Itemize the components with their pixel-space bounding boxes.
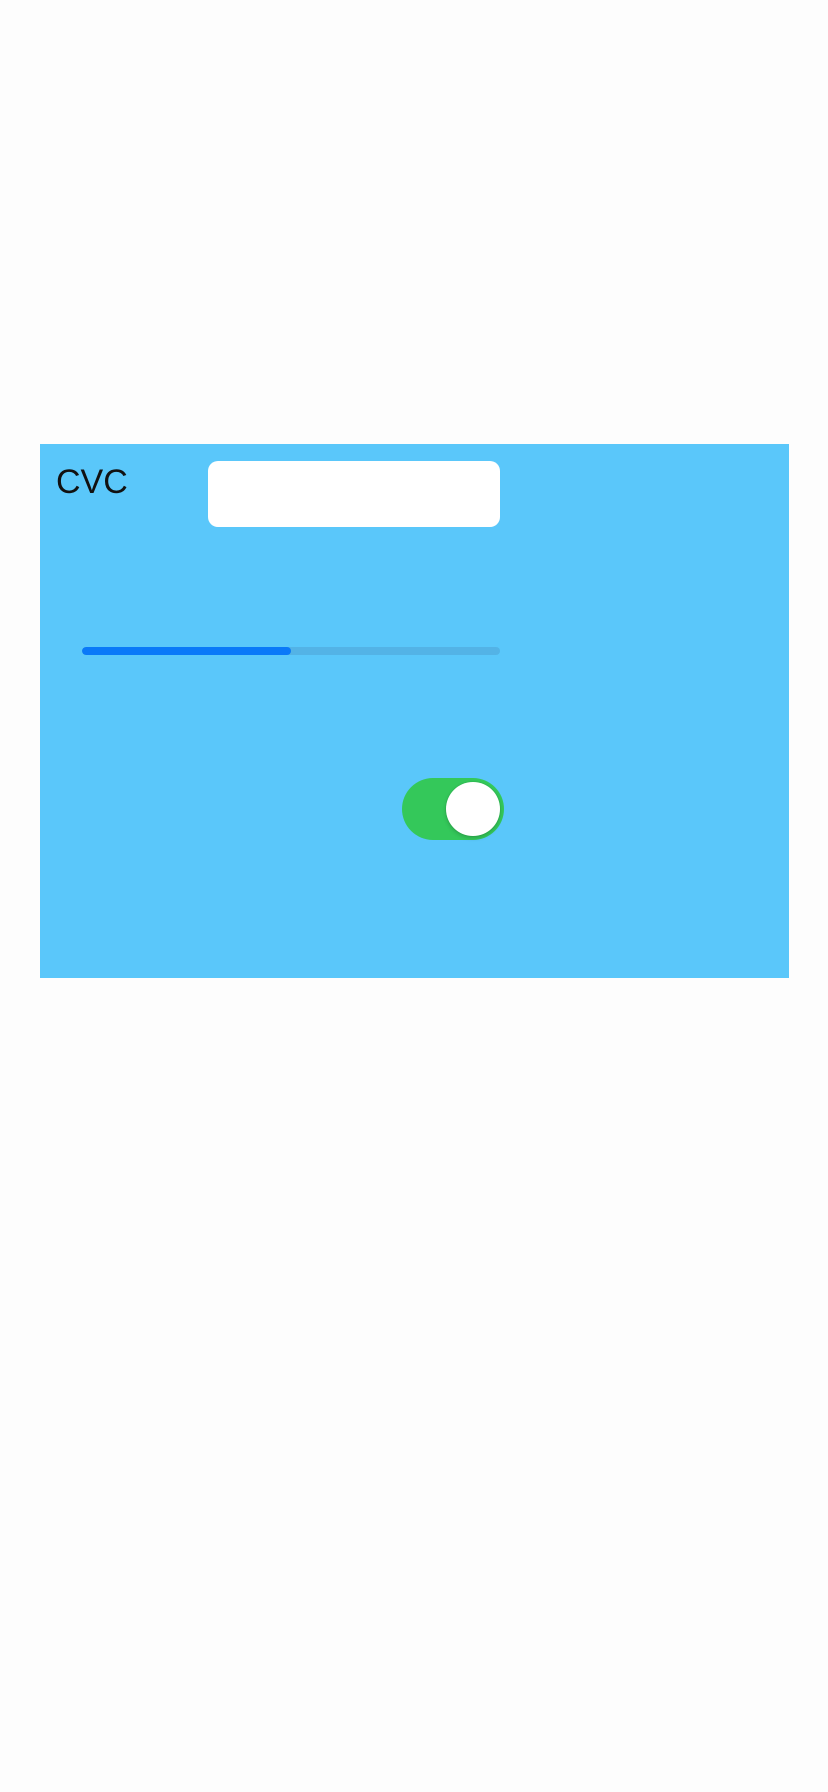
cvc-label: CVC [56, 463, 128, 501]
form-panel: CVC [40, 444, 789, 978]
toggle-knob [446, 782, 500, 836]
cvc-input[interactable] [208, 461, 500, 527]
toggle-switch[interactable] [402, 778, 504, 840]
progress-bar-fill [82, 647, 291, 655]
progress-bar [82, 647, 500, 655]
